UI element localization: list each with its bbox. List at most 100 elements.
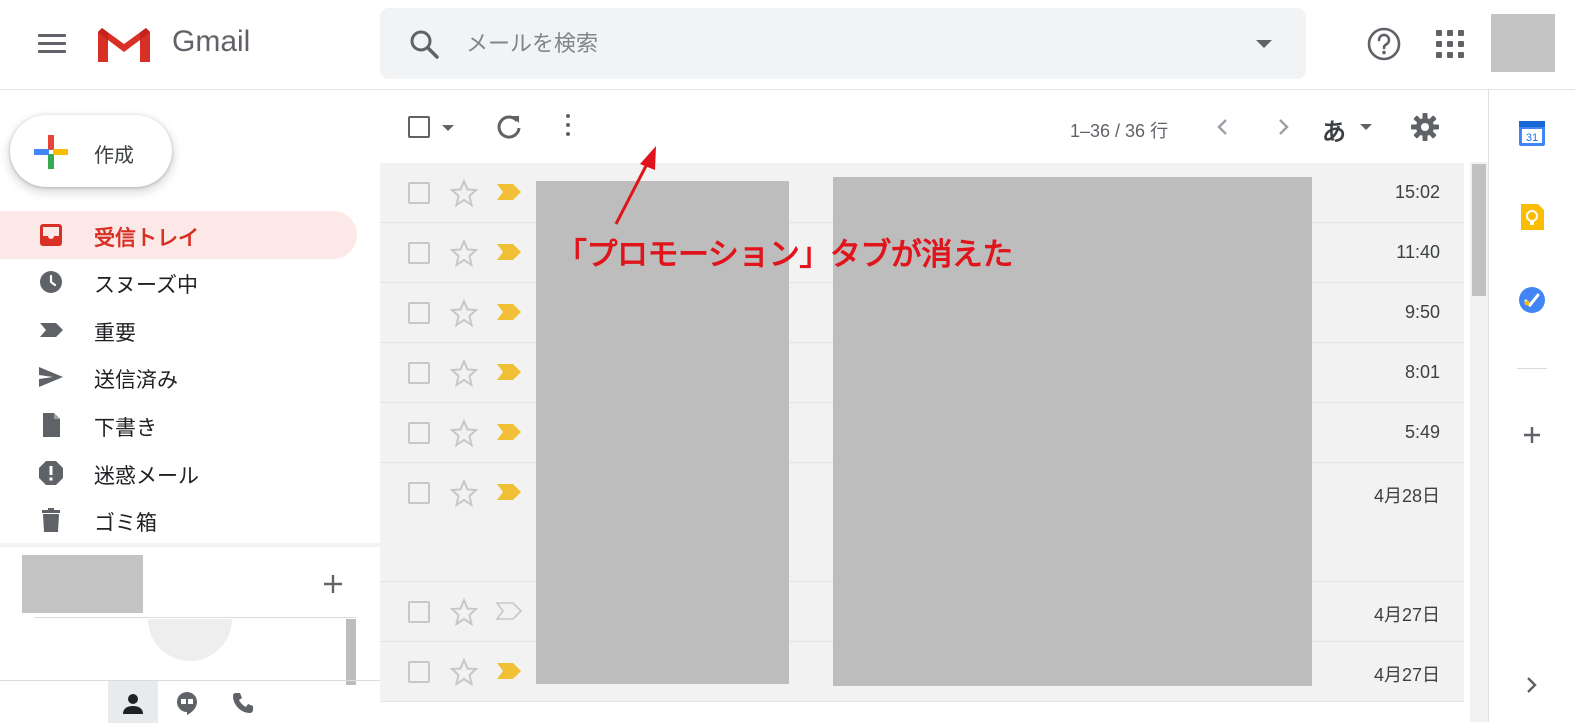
search-icon[interactable]	[408, 28, 440, 60]
redacted-label	[22, 555, 143, 613]
more-options-icon[interactable]	[564, 114, 572, 140]
important-marker-icon[interactable]	[496, 363, 522, 381]
row-checkbox[interactable]	[408, 422, 430, 444]
keep-icon[interactable]	[1517, 202, 1547, 232]
email-time: 4月28日	[1373, 486, 1440, 506]
chevron-left-icon[interactable]	[1210, 114, 1236, 140]
row-checkbox[interactable]	[408, 661, 430, 683]
sidebar-item-label: ゴミ箱	[94, 512, 157, 535]
email-time: 15:02	[1394, 182, 1440, 202]
hangouts-placeholder-bubble	[148, 619, 232, 661]
scrollbar-thumb[interactable]	[1472, 164, 1486, 296]
sidebar-item-label: 重要	[94, 322, 136, 345]
search-input[interactable]	[466, 30, 1226, 58]
star-icon[interactable]	[450, 419, 478, 447]
star-icon[interactable]	[450, 598, 478, 626]
star-icon[interactable]	[450, 359, 478, 387]
star-icon[interactable]	[450, 299, 478, 327]
annotation-text: 「プロモーション」タブが消えた	[556, 237, 1013, 272]
refresh-icon[interactable]	[494, 112, 524, 142]
sidebar-item-spam[interactable]: 迷惑メール	[0, 449, 357, 497]
email-time: 5:49	[1404, 422, 1440, 442]
row-checkbox[interactable]	[408, 482, 430, 504]
compose-plus-icon	[34, 135, 68, 169]
sidebar-item-label: 下書き	[94, 417, 157, 440]
select-all-checkbox[interactable]	[408, 116, 430, 138]
chevron-right-icon[interactable]	[1270, 114, 1296, 140]
draft-file-icon	[43, 413, 60, 437]
important-marker-icon[interactable]	[496, 662, 522, 680]
add-label-icon[interactable]	[320, 571, 346, 597]
important-marker-icon[interactable]	[496, 243, 522, 261]
person-icon	[123, 694, 143, 714]
star-icon[interactable]	[450, 239, 478, 267]
sidebar-item-inbox[interactable]: 受信トレイ	[0, 211, 357, 259]
list-scrollbar[interactable]	[1470, 162, 1488, 722]
side-panel: 31	[1488, 90, 1575, 722]
email-time: 11:40	[1396, 242, 1440, 262]
annotation-arrow-icon	[614, 146, 656, 225]
tab-contacts[interactable]	[108, 681, 158, 723]
help-icon[interactable]	[1366, 26, 1402, 62]
important-marker-icon[interactable]	[496, 183, 522, 201]
row-checkbox[interactable]	[408, 182, 430, 204]
sidebar-item-label: 迷惑メール	[94, 465, 199, 488]
calendar-icon[interactable]: 31	[1517, 118, 1547, 148]
email-time: 4月27日	[1373, 665, 1440, 685]
input-tools-caret-icon[interactable]	[1360, 124, 1372, 130]
gear-icon[interactable]	[1410, 112, 1440, 142]
tab-hangouts[interactable]	[162, 681, 212, 723]
calendar-day: 31	[1526, 132, 1538, 144]
hangouts-icon	[177, 692, 197, 715]
tasks-icon[interactable]	[1517, 285, 1547, 315]
add-addon-icon[interactable]	[1517, 420, 1547, 450]
select-options-caret-icon[interactable]	[442, 125, 454, 131]
divider	[1517, 368, 1547, 369]
email-time: 8:01	[1404, 362, 1440, 382]
trash-icon	[42, 508, 60, 532]
clock-icon	[40, 271, 62, 293]
phone-icon	[233, 693, 253, 713]
sidebar-item-label: スヌーズ中	[94, 274, 198, 297]
sidebar-item-label: 受信トレイ	[94, 227, 199, 250]
hangouts-bottom-bar	[0, 680, 380, 723]
divider	[34, 617, 356, 618]
star-icon[interactable]	[450, 479, 478, 507]
gmail-logo-icon	[98, 26, 150, 62]
tab-phone[interactable]	[218, 681, 268, 723]
row-checkbox[interactable]	[408, 302, 430, 324]
important-marker-icon[interactable]	[496, 423, 522, 441]
email-time: 9:50	[1404, 302, 1440, 322]
input-tools-button[interactable]: あ	[1322, 112, 1346, 147]
sidebar-item-trash[interactable]: ゴミ箱	[0, 496, 357, 544]
important-marker-icon[interactable]	[496, 303, 522, 321]
star-icon[interactable]	[450, 658, 478, 686]
row-checkbox[interactable]	[408, 601, 430, 623]
compose-button[interactable]: 作成	[10, 115, 172, 187]
spam-icon	[39, 461, 63, 485]
important-marker-icon[interactable]	[496, 483, 522, 501]
row-checkbox[interactable]	[408, 242, 430, 264]
sidebar-item-sent[interactable]: 送信済み	[0, 353, 357, 401]
pagination-count: 1–36 / 36 行	[1070, 121, 1169, 141]
search-bar	[380, 8, 1306, 79]
row-checkbox[interactable]	[408, 362, 430, 384]
sidebar-item-important[interactable]: 重要	[0, 306, 357, 354]
sidebar-item-drafts[interactable]: 下書き	[0, 401, 357, 449]
star-icon[interactable]	[450, 179, 478, 207]
email-time: 4月27日	[1373, 605, 1440, 625]
account-avatar[interactable]	[1491, 14, 1555, 72]
top-header: Gmail	[0, 0, 1575, 90]
google-apps-icon[interactable]	[1436, 30, 1464, 58]
main-menu-icon[interactable]	[38, 34, 66, 54]
labels-section	[0, 543, 380, 685]
sidebar-item-snoozed[interactable]: スヌーズ中	[0, 258, 357, 306]
inbox-icon	[40, 224, 62, 246]
chevron-right-icon[interactable]	[1517, 670, 1547, 700]
send-icon	[39, 367, 63, 387]
labels-scrollbar[interactable]	[346, 619, 356, 685]
app-name[interactable]: Gmail	[172, 25, 250, 59]
not-important-marker-icon[interactable]	[496, 602, 522, 620]
sidebar-item-label: 送信済み	[94, 369, 178, 392]
search-options-caret-icon[interactable]	[1256, 40, 1272, 48]
